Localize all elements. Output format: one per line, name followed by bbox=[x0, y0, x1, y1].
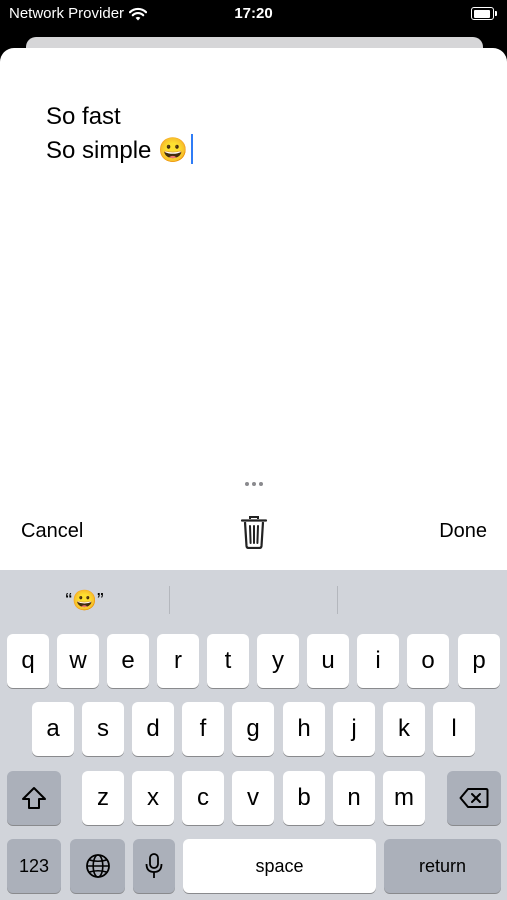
key-x[interactable]: x bbox=[132, 771, 174, 825]
suggestion-2[interactable] bbox=[170, 570, 337, 630]
key-c[interactable]: c bbox=[182, 771, 224, 825]
key-s[interactable]: s bbox=[82, 702, 124, 756]
key-l[interactable]: l bbox=[433, 702, 475, 756]
shift-key[interactable] bbox=[7, 771, 61, 825]
battery-icon bbox=[471, 7, 497, 20]
note-line-2: So simple 😀 bbox=[46, 134, 194, 168]
numbers-key[interactable]: 123 bbox=[7, 839, 61, 893]
text-caret bbox=[190, 134, 194, 164]
key-o[interactable]: o bbox=[407, 634, 449, 688]
space-key[interactable]: space bbox=[183, 839, 376, 893]
shift-icon bbox=[22, 787, 46, 809]
status-time: 17:20 bbox=[234, 5, 273, 22]
key-d[interactable]: d bbox=[132, 702, 174, 756]
key-u[interactable]: u bbox=[307, 634, 349, 688]
key-r[interactable]: r bbox=[157, 634, 199, 688]
key-q[interactable]: q bbox=[7, 634, 49, 688]
more-handle-icon[interactable] bbox=[243, 481, 265, 487]
key-e[interactable]: e bbox=[107, 634, 149, 688]
status-bar: Network Provider 17:20 bbox=[0, 0, 507, 30]
suggestion-bar: “😀” bbox=[0, 570, 507, 630]
key-f[interactable]: f bbox=[182, 702, 224, 756]
key-b[interactable]: b bbox=[283, 771, 325, 825]
key-n[interactable]: n bbox=[333, 771, 375, 825]
key-t[interactable]: t bbox=[207, 634, 249, 688]
return-key[interactable]: return bbox=[384, 839, 501, 893]
key-m[interactable]: m bbox=[383, 771, 425, 825]
battery-fill bbox=[473, 9, 490, 18]
microphone-icon bbox=[145, 853, 163, 878]
note-line-1: So fast bbox=[46, 103, 121, 130]
key-h[interactable]: h bbox=[283, 702, 325, 756]
cancel-button[interactable]: Cancel bbox=[21, 520, 83, 543]
globe-icon bbox=[85, 854, 110, 878]
key-g[interactable]: g bbox=[232, 702, 274, 756]
key-y[interactable]: y bbox=[257, 634, 299, 688]
dictation-key[interactable] bbox=[133, 839, 175, 893]
key-w[interactable]: w bbox=[57, 634, 99, 688]
trash-icon[interactable] bbox=[240, 515, 268, 549]
note-text-area[interactable]: So fast So simple 😀 bbox=[46, 100, 194, 168]
key-k[interactable]: k bbox=[383, 702, 425, 756]
suggestion-1[interactable]: “😀” bbox=[0, 570, 169, 630]
done-button[interactable]: Done bbox=[439, 520, 487, 543]
key-j[interactable]: j bbox=[333, 702, 375, 756]
keyboard: “😀” q w e r t y u i o p a s d f g h j k … bbox=[0, 570, 507, 900]
sheet-toolbar: Cancel Done bbox=[0, 510, 507, 560]
suggestion-3[interactable] bbox=[338, 570, 507, 630]
key-z[interactable]: z bbox=[82, 771, 124, 825]
key-a[interactable]: a bbox=[32, 702, 74, 756]
backspace-key[interactable] bbox=[447, 771, 501, 825]
backspace-icon bbox=[459, 788, 489, 808]
globe-key[interactable] bbox=[70, 839, 125, 893]
key-i[interactable]: i bbox=[357, 634, 399, 688]
key-p[interactable]: p bbox=[458, 634, 500, 688]
key-v[interactable]: v bbox=[232, 771, 274, 825]
note-line-2-text: So simple 😀 bbox=[46, 137, 188, 164]
